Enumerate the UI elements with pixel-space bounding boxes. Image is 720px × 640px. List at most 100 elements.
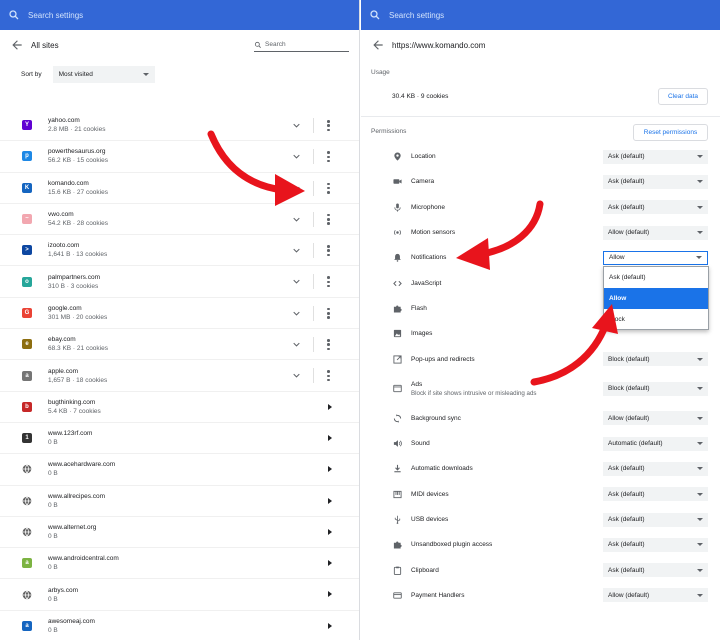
chevron-down-icon[interactable] xyxy=(293,122,300,129)
more-actions-icon[interactable] xyxy=(327,276,330,288)
more-actions-icon[interactable] xyxy=(327,307,330,319)
site-details-panel: Search settings https://www.komando.com … xyxy=(361,0,720,640)
more-actions-icon[interactable] xyxy=(327,370,330,382)
dropdown-caret-icon xyxy=(696,256,702,260)
more-actions-icon[interactable] xyxy=(327,120,330,131)
permission-select[interactable]: Block (default) xyxy=(603,352,708,367)
site-name[interactable]: awesomeaj.com xyxy=(48,617,95,626)
sort-select[interactable]: Most visited xyxy=(52,66,155,83)
site-row[interactable]: www.acehardware.com 0 B xyxy=(0,454,359,486)
permission-select[interactable]: Automatic (default) xyxy=(603,436,708,451)
more-actions-icon[interactable] xyxy=(327,182,330,194)
chevron-down-icon[interactable] xyxy=(293,278,300,285)
site-row[interactable]: www.allrecipes.com 0 B xyxy=(0,486,359,517)
dropdown-option-block[interactable]: Block xyxy=(604,309,708,330)
globe-icon xyxy=(22,590,32,600)
arrow-right-icon[interactable] xyxy=(328,622,332,629)
chevron-down-icon[interactable] xyxy=(293,216,300,223)
site-row[interactable]: a awesomeaj.com 0 B xyxy=(0,611,359,640)
site-name[interactable]: www.androidcentral.com xyxy=(48,554,119,563)
site-row[interactable]: b bugthinking.com 5.4 KB · 7 cookies xyxy=(0,392,359,423)
settings-search-bar[interactable]: Search settings xyxy=(361,0,720,30)
site-name[interactable]: apple.com xyxy=(48,367,107,376)
permission-select[interactable]: Ask (default) xyxy=(603,200,708,215)
more-actions-icon[interactable] xyxy=(327,245,330,257)
chevron-down-icon[interactable] xyxy=(293,185,300,192)
permission-select[interactable]: Block (default) xyxy=(603,381,708,396)
permission-select[interactable]: Ask (default) xyxy=(603,537,708,552)
arrow-right-icon[interactable] xyxy=(328,403,332,410)
more-actions-icon[interactable] xyxy=(327,213,330,225)
permission-select[interactable]: Ask (default) xyxy=(603,461,708,476)
site-row[interactable]: p powerthesaurus.org 56.2 KB · 15 cookies xyxy=(0,141,359,173)
permission-label: Ads xyxy=(411,380,423,388)
chevron-down-icon[interactable] xyxy=(293,310,300,317)
site-name[interactable]: www.123rf.com xyxy=(48,429,92,438)
chevron-down-icon[interactable] xyxy=(293,153,300,160)
site-row[interactable]: arbys.com 0 B xyxy=(0,579,359,611)
arrow-right-icon[interactable] xyxy=(328,466,332,473)
permission-select[interactable]: Allow (default) xyxy=(603,411,708,426)
site-name[interactable]: yahoo.com xyxy=(48,116,105,125)
arrow-right-icon[interactable] xyxy=(328,560,332,567)
dropdown-option-ask-default[interactable]: Ask (default) xyxy=(604,267,708,288)
site-search-input[interactable]: Search xyxy=(254,38,349,52)
site-row[interactable]: a www.androidcentral.com 0 B xyxy=(0,548,359,580)
site-name[interactable]: vwo.com xyxy=(48,210,108,219)
site-name[interactable]: komando.com xyxy=(48,179,108,188)
permission-value: Ask (default) xyxy=(608,516,645,523)
chevron-down-icon[interactable] xyxy=(293,372,300,379)
permission-row-pop-ups-and-redirects: Pop-ups and redirects Block (default) xyxy=(361,346,720,371)
arrow-right-icon[interactable] xyxy=(328,528,332,535)
site-name[interactable]: google.com xyxy=(48,304,107,313)
permission-row-sound: Sound Automatic (default) xyxy=(361,431,720,456)
settings-search-bar[interactable]: Search settings xyxy=(0,0,359,30)
site-name[interactable]: bugthinking.com xyxy=(48,398,101,407)
permission-select[interactable]: Ask (default) xyxy=(603,174,708,189)
permission-select[interactable]: Ask (default) xyxy=(603,563,708,578)
chevron-down-icon[interactable] xyxy=(293,247,300,254)
site-name[interactable]: arbys.com xyxy=(48,586,78,595)
site-row[interactable]: Kkomando.com 15.6 KB · 27 cookies xyxy=(0,173,359,204)
site-row[interactable]: a apple.com 1,657 B · 18 cookies xyxy=(0,360,359,392)
globe-icon xyxy=(22,464,32,474)
site-name[interactable]: www.allrecipes.com xyxy=(48,492,105,501)
dropdown-caret-icon xyxy=(697,492,703,496)
site-row[interactable]: ~ vwo.com 54.2 KB · 28 cookies xyxy=(0,204,359,236)
site-name[interactable]: www.acehardware.com xyxy=(48,460,115,469)
more-actions-icon[interactable] xyxy=(327,339,330,351)
site-row[interactable]: 1 www.123rf.com 0 B xyxy=(0,423,359,455)
site-name[interactable]: ebay.com xyxy=(48,335,108,344)
site-name[interactable]: izooto.com xyxy=(48,241,107,250)
clear-data-button[interactable]: Clear data xyxy=(658,88,708,105)
site-storage-info: 0 B xyxy=(48,533,58,540)
permission-select[interactable]: Allow (default) xyxy=(603,225,708,240)
permission-select[interactable]: Ask (default) xyxy=(603,149,708,164)
permission-select[interactable]: Ask (default) xyxy=(603,512,708,527)
site-row[interactable]: Yyahoo.com 2.8 MB · 21 cookies xyxy=(0,110,359,142)
site-row[interactable]: www.alternet.org 0 B xyxy=(0,517,359,549)
permission-select[interactable]: Ask (default) xyxy=(603,487,708,502)
chevron-down-icon[interactable] xyxy=(293,341,300,348)
site-name[interactable]: www.alternet.org xyxy=(48,523,96,532)
reset-permissions-button[interactable]: Reset permissions xyxy=(633,124,708,141)
site-url-title: https://www.komando.com xyxy=(392,40,486,50)
dropdown-option-allow[interactable]: Allow xyxy=(604,288,708,309)
site-name[interactable]: palmpartners.com xyxy=(48,273,100,282)
site-row[interactable]: e ebay.com 68.3 KB · 21 cookies xyxy=(0,329,359,361)
arrow-right-icon[interactable] xyxy=(328,434,332,441)
site-row[interactable]: Ggoogle.com 301 MB · 20 cookies xyxy=(0,298,359,330)
site-name[interactable]: powerthesaurus.org xyxy=(48,147,108,156)
settings-search-placeholder[interactable]: Search settings xyxy=(28,11,83,20)
site-row[interactable]: o palmpartners.com 310 B · 3 cookies xyxy=(0,266,359,298)
more-actions-icon[interactable] xyxy=(327,151,330,163)
arrow-right-icon[interactable] xyxy=(328,497,332,504)
back-arrow-icon[interactable] xyxy=(371,38,385,52)
arrow-right-icon[interactable] xyxy=(328,591,332,598)
popup-icon xyxy=(393,354,402,364)
site-row[interactable]: > izooto.com 1,641 B · 13 cookies xyxy=(0,235,359,267)
settings-search-placeholder[interactable]: Search settings xyxy=(389,11,444,20)
permission-select[interactable]: Allow (default) xyxy=(603,588,708,603)
back-arrow-icon[interactable] xyxy=(10,38,24,52)
permission-select[interactable]: Allow xyxy=(603,250,708,265)
